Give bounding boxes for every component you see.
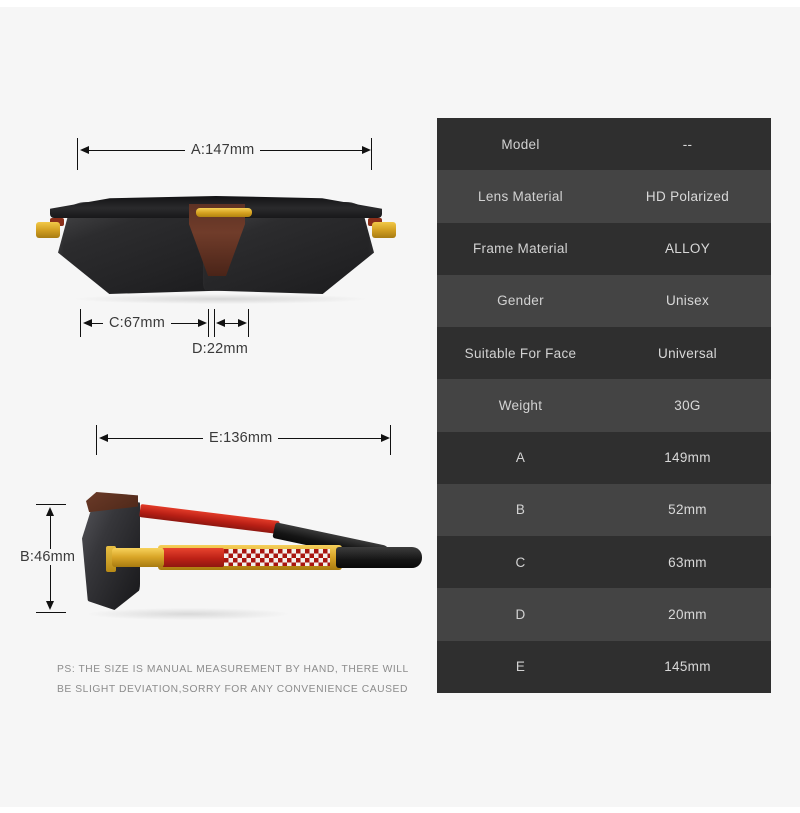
product-spec-page: A:147mm C:67mm D:22mm E:136mm B:46mm PS:… xyxy=(0,0,800,813)
spec-key: C xyxy=(515,554,526,570)
table-row: Frame Material ALLOY xyxy=(437,222,771,275)
front-hinge-left xyxy=(36,222,60,238)
spec-value: Universal xyxy=(658,345,717,361)
spec-value: Unisex xyxy=(665,293,710,309)
spec-key: Frame Material xyxy=(473,241,568,257)
specification-table: Model -- Lens Material HD Polarized Fram… xyxy=(437,118,771,693)
dimension-e-arrow-right xyxy=(381,434,390,442)
spec-key: Gender xyxy=(497,293,544,309)
dimension-c-arrow-right xyxy=(198,319,207,327)
dimension-c-tick-right xyxy=(208,309,210,337)
spec-value: HD Polarized xyxy=(645,188,730,204)
spec-value: 52mm xyxy=(668,502,707,518)
sunglasses-side-view xyxy=(78,490,423,625)
disclaimer-line-1: PS: THE SIZE IS MANUAL MEASUREMENT BY HA… xyxy=(57,664,409,675)
side-view-shadow xyxy=(88,608,288,620)
side-temple-upper-red xyxy=(139,504,280,535)
side-temple-black-tip xyxy=(336,547,422,568)
dimension-a-arrow-right xyxy=(362,146,371,154)
table-row: Weight 30G xyxy=(437,379,771,432)
dimension-c-label: C:67mm xyxy=(103,315,171,331)
side-hinge-gold-plate xyxy=(112,548,164,567)
spec-value: 30G xyxy=(674,397,701,413)
table-row: A 149mm xyxy=(437,431,771,484)
table-row: D 20mm xyxy=(437,588,771,641)
front-hinge-right xyxy=(372,222,396,238)
dimension-a-tick-right xyxy=(371,138,373,170)
dimension-c-arrow-left xyxy=(83,319,92,327)
dimension-b-tick-top xyxy=(36,504,66,506)
spec-key: A xyxy=(515,450,526,466)
spec-value: 145mm xyxy=(664,659,711,675)
spec-key: Lens Material xyxy=(478,188,563,204)
dimension-d-label: D:22mm xyxy=(186,341,254,357)
table-row: B 52mm xyxy=(437,483,771,537)
spec-key: D xyxy=(515,607,526,623)
spec-value: -- xyxy=(682,136,693,152)
dimension-b-tick-bottom xyxy=(36,612,66,614)
dimension-e-tick-right xyxy=(390,425,392,455)
dimension-d-arrow-left xyxy=(216,319,225,327)
dimension-d-tick-right xyxy=(248,309,250,337)
spec-value: 63mm xyxy=(668,554,707,570)
spec-key: Weight xyxy=(498,397,543,413)
sunglasses-front-view xyxy=(36,196,396,304)
measurement-disclaimer: PS: THE SIZE IS MANUAL MEASUREMENT BY HA… xyxy=(57,660,417,700)
spec-key: B xyxy=(515,502,526,518)
table-row: Gender Unisex xyxy=(437,274,771,328)
dimension-c-tick-left xyxy=(80,309,82,337)
spec-key: E xyxy=(515,659,526,675)
side-temple-checker-pattern xyxy=(224,549,330,566)
spec-key: Suitable For Face xyxy=(464,345,577,361)
dimension-b-label: B:46mm xyxy=(14,549,82,565)
spec-value: 149mm xyxy=(664,450,711,466)
dimension-b-arrow-up xyxy=(46,507,54,516)
dimension-a-tick-left xyxy=(77,138,79,170)
diagram-panel: A:147mm C:67mm D:22mm E:136mm B:46mm PS:… xyxy=(0,0,432,813)
table-row: Model -- xyxy=(437,118,771,171)
front-view-shadow xyxy=(76,294,366,304)
dimension-a-arrow-left xyxy=(80,146,89,154)
dimension-b-arrow-down xyxy=(46,601,54,610)
dimension-e-tick-left xyxy=(96,425,98,455)
table-row: Suitable For Face Universal xyxy=(437,327,771,380)
table-row: C 63mm xyxy=(437,536,771,589)
table-row: E 145mm xyxy=(437,640,771,693)
spec-value: ALLOY xyxy=(664,241,711,257)
dimension-e-label: E:136mm xyxy=(203,430,279,446)
side-temple-red-panel xyxy=(162,548,224,567)
table-row: Lens Material HD Polarized xyxy=(437,170,771,223)
front-gold-accent-bar xyxy=(196,208,252,217)
spec-key: Model xyxy=(501,136,540,152)
dimension-e-arrow-left xyxy=(99,434,108,442)
dimension-d-arrow-right xyxy=(238,319,247,327)
dimension-a-label: A:147mm xyxy=(185,142,261,158)
spec-value: 20mm xyxy=(668,607,707,623)
disclaimer-line-2: BE SLIGHT DEVIATION,SORRY FOR ANY CONVEN… xyxy=(57,684,408,695)
